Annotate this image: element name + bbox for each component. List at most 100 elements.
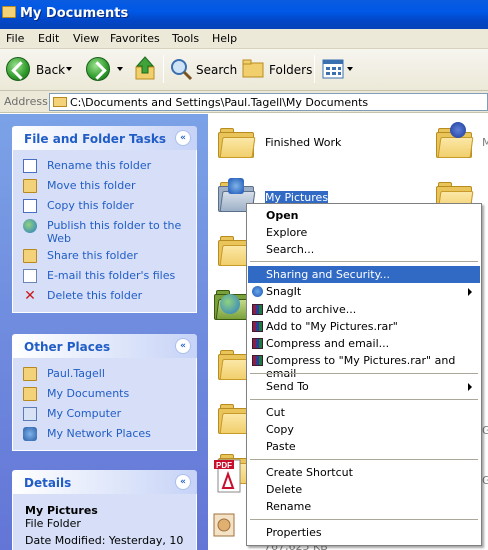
menu-item-create-shortcut[interactable]: Create Shortcut xyxy=(248,464,480,481)
task-rename-folder[interactable]: Rename this folder xyxy=(23,156,196,176)
menu-item-explore[interactable]: Explore xyxy=(248,224,480,241)
task-label: Rename this folder xyxy=(47,159,152,172)
folder-icon xyxy=(23,387,37,401)
menu-item-compress-email[interactable]: Compress and email... xyxy=(248,335,480,352)
music-note-icon xyxy=(450,122,466,138)
menu-item-paste[interactable]: Paste xyxy=(248,438,480,455)
menu-item-send-to[interactable]: Send To xyxy=(248,378,480,395)
forward-arrow-icon xyxy=(86,57,110,81)
forward-dropdown-icon[interactable] xyxy=(117,67,123,71)
menu-item-label: Compress and email... xyxy=(266,337,390,350)
music-folder-icon[interactable] xyxy=(436,122,474,158)
submenu-arrow-icon xyxy=(468,383,472,391)
file-finished-work[interactable]: Finished Work xyxy=(265,136,341,149)
menu-item-label: Open xyxy=(266,209,299,222)
winrar-icon xyxy=(252,338,263,349)
task-label: Delete this folder xyxy=(47,289,143,302)
globe-icon xyxy=(220,294,240,314)
globe-folder-icon[interactable] xyxy=(214,290,252,320)
task-publish-folder[interactable]: Publish this folder to the Web xyxy=(23,216,196,246)
collapse-icon[interactable]: « xyxy=(175,338,191,354)
title-bar[interactable]: My Documents xyxy=(0,0,488,29)
task-pane: File and Folder Tasks « Rename this fold… xyxy=(0,114,208,550)
menu-item-label: Explore xyxy=(266,226,308,239)
folder-icon[interactable] xyxy=(218,128,256,158)
snagit-icon xyxy=(252,286,263,297)
menu-item-sharing-security[interactable]: Sharing and Security... xyxy=(248,266,480,283)
menu-tools[interactable]: Tools xyxy=(172,32,199,45)
menu-item-label: Paste xyxy=(266,440,296,453)
folders-label: Folders xyxy=(269,63,313,77)
menu-favorites[interactable]: Favorites xyxy=(110,32,160,45)
back-arrow-icon xyxy=(6,57,30,81)
menu-separator xyxy=(250,399,478,400)
task-email-files[interactable]: E-mail this folder's files xyxy=(23,266,196,286)
menu-item-label: Properties xyxy=(266,526,322,539)
address-field[interactable]: C:\Documents and Settings\Paul.Tagell\My… xyxy=(49,93,488,111)
menu-item-open[interactable]: Open xyxy=(248,207,480,224)
menu-item-snagit[interactable]: SnagIt xyxy=(248,283,480,300)
toolbar-separator xyxy=(314,55,315,83)
menu-item-label: Send To xyxy=(266,380,309,393)
menu-item-label: Add to archive... xyxy=(266,303,357,316)
move-icon xyxy=(23,179,37,193)
winrar-icon xyxy=(252,355,263,366)
task-delete-folder[interactable]: ✕ Delete this folder xyxy=(23,286,196,306)
menu-bar: File Edit View Favorites Tools Help xyxy=(0,29,488,49)
window-title: My Documents xyxy=(20,6,129,21)
back-dropdown-icon[interactable] xyxy=(66,67,72,71)
menu-help[interactable]: Help xyxy=(212,32,237,45)
share-icon xyxy=(23,249,37,263)
up-button[interactable] xyxy=(132,49,160,91)
menu-item-label: SnagIt xyxy=(266,285,302,298)
menu-view[interactable]: View xyxy=(73,32,99,45)
globe-icon xyxy=(23,219,37,233)
menu-item-label: Copy xyxy=(266,423,294,436)
search-button[interactable]: Search xyxy=(167,49,237,91)
folder-icon xyxy=(53,97,67,107)
menu-file[interactable]: File xyxy=(6,32,24,45)
place-label: My Documents xyxy=(47,387,130,400)
folders-button[interactable]: Folders xyxy=(240,49,312,91)
menu-item-delete[interactable]: Delete xyxy=(248,481,480,498)
collapse-icon[interactable]: « xyxy=(175,474,191,490)
document-file-icon[interactable] xyxy=(212,512,238,538)
menu-item-add-archive[interactable]: Add to archive... xyxy=(248,301,480,318)
menu-item-rename[interactable]: Rename xyxy=(248,498,480,515)
folder-icon xyxy=(23,367,37,381)
file-partial-label: M xyxy=(482,136,488,149)
computer-icon xyxy=(23,407,37,421)
place-my-documents[interactable]: My Documents xyxy=(23,384,196,404)
place-my-computer[interactable]: My Computer xyxy=(23,404,196,424)
menu-separator xyxy=(250,459,478,460)
views-dropdown-icon xyxy=(347,67,353,71)
task-move-folder[interactable]: Move this folder xyxy=(23,176,196,196)
panel-header[interactable]: Details « xyxy=(12,470,197,494)
menu-item-add-rar[interactable]: Add to "My Pictures.rar" xyxy=(248,318,480,335)
place-my-network-places[interactable]: My Network Places xyxy=(23,424,196,444)
menu-edit[interactable]: Edit xyxy=(38,32,59,45)
place-paul-tagell[interactable]: Paul.Tagell xyxy=(23,364,196,384)
menu-item-label: Delete xyxy=(266,483,303,496)
task-copy-folder[interactable]: Copy this folder xyxy=(23,196,196,216)
menu-item-compress-rar-email[interactable]: Compress to "My Pictures.rar" and email xyxy=(248,352,480,380)
context-menu: Open Explore Search... Sharing and Secur… xyxy=(246,203,482,546)
panel-body: Paul.Tagell My Documents My Computer My … xyxy=(12,358,197,451)
collapse-icon[interactable]: « xyxy=(175,130,191,146)
rename-icon xyxy=(23,159,37,173)
panel-header[interactable]: File and Folder Tasks « xyxy=(12,126,197,150)
copy-icon xyxy=(23,199,37,213)
email-icon xyxy=(23,269,37,283)
menu-item-search[interactable]: Search... xyxy=(248,241,480,258)
pdf-file-icon[interactable]: PDF xyxy=(214,458,244,494)
menu-item-label: Rename xyxy=(266,500,312,513)
task-share-folder[interactable]: Share this folder xyxy=(23,246,196,266)
menu-item-copy[interactable]: Copy xyxy=(248,421,480,438)
place-label: Paul.Tagell xyxy=(47,367,105,380)
panel-header[interactable]: Other Places « xyxy=(12,334,197,358)
panel-title: File and Folder Tasks xyxy=(24,132,167,146)
menu-item-properties[interactable]: Properties xyxy=(248,524,480,541)
menu-item-cut[interactable]: Cut xyxy=(248,404,480,421)
views-button[interactable] xyxy=(320,49,356,91)
back-label: Back xyxy=(36,63,66,77)
